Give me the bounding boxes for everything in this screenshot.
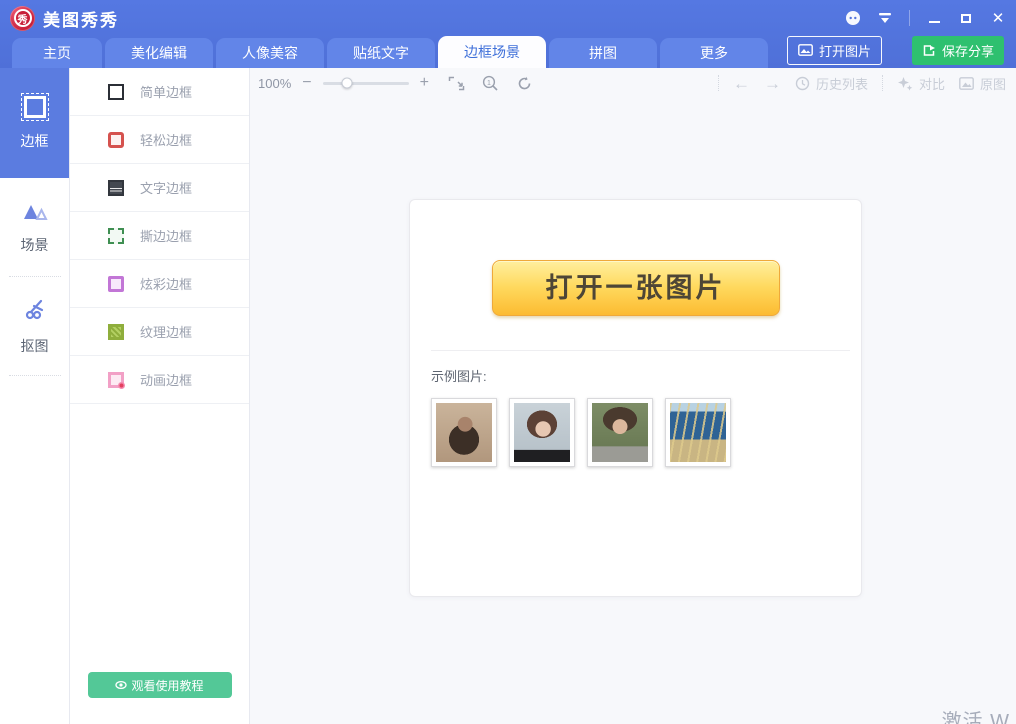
original-picture-icon: [959, 77, 974, 90]
zoom-slider-knob[interactable]: [341, 78, 352, 89]
tab-more[interactable]: 更多: [660, 38, 768, 68]
original-image-button[interactable]: 原图: [959, 74, 1006, 93]
simple-border-icon: [108, 84, 124, 100]
fit-to-screen-icon[interactable]: [448, 76, 465, 91]
redo-icon[interactable]: →: [764, 75, 781, 92]
card-divider: [431, 350, 850, 351]
save-share-label: 保存分享: [942, 41, 994, 60]
compare-label: 对比: [919, 74, 945, 93]
open-a-picture-button[interactable]: 打开一张图片: [492, 260, 780, 316]
clock-icon: [795, 76, 810, 91]
left-sidebar: 边框 场景 抠图: [0, 68, 70, 724]
sample-image-4[interactable]: [665, 398, 731, 467]
close-button[interactable]: ✕: [990, 10, 1006, 26]
undo-icon[interactable]: ←: [733, 75, 750, 92]
border-type-label: 文字边框: [140, 178, 192, 197]
border-type-colorful[interactable]: 炫彩边框: [70, 260, 249, 308]
zoom-out-button[interactable]: −: [302, 75, 311, 91]
tab-home[interactable]: 主页: [12, 38, 102, 68]
sample-image-2[interactable]: [509, 398, 575, 467]
open-image-button[interactable]: 打开图片: [787, 36, 882, 65]
canvas-toolbar: 100% − + 1 ← →: [250, 68, 1016, 98]
feedback-icon[interactable]: [845, 10, 861, 26]
tab-border-scene[interactable]: 边框场景: [438, 36, 546, 68]
share-export-icon: [922, 44, 936, 57]
landscape-photo: [670, 403, 726, 462]
toolbar-divider: [718, 75, 719, 91]
original-label: 原图: [980, 74, 1006, 93]
portrait-photo: [514, 403, 570, 462]
colorful-border-icon: [108, 276, 124, 292]
eye-icon: [115, 680, 127, 690]
tab-portrait-beauty[interactable]: 人像美容: [216, 38, 324, 68]
sidebar-item-label: 抠图: [21, 336, 49, 356]
border-type-easy[interactable]: 轻松边框: [70, 116, 249, 164]
svg-text:1: 1: [487, 79, 491, 86]
tab-collage[interactable]: 拼图: [549, 38, 657, 68]
border-type-animated[interactable]: 动画边框: [70, 356, 249, 404]
open-image-card: 打开一张图片 示例图片:: [409, 199, 862, 597]
border-type-texture[interactable]: 纹理边框: [70, 308, 249, 356]
sample-images-row: [431, 398, 861, 467]
border-type-label: 撕边边框: [140, 226, 192, 245]
watch-tutorial-button[interactable]: 观看使用教程: [88, 672, 232, 698]
app-logo-icon: 秀: [10, 6, 35, 31]
samples-label: 示例图片:: [431, 366, 861, 385]
window-controls-divider: [909, 10, 910, 26]
easy-border-icon: [108, 132, 124, 148]
sidebar-item-cutout[interactable]: 抠图: [0, 277, 69, 375]
titlebar: 秀 美图秀秀 ✕ 主页 美化编辑 人像美容 贴纸文字 边框场景 拼图 更多: [0, 0, 1016, 68]
text-border-icon: [108, 180, 124, 196]
activate-windows-watermark: 激活 W: [942, 705, 1010, 724]
sample-image-1[interactable]: [431, 398, 497, 467]
scene-mountains-icon: [20, 200, 50, 222]
sidebar-item-scene[interactable]: 场景: [0, 178, 69, 276]
torn-border-icon: [108, 228, 124, 244]
actual-size-icon[interactable]: 1: [482, 75, 499, 92]
zoom-level: 100%: [258, 76, 291, 91]
minimize-button[interactable]: [926, 10, 942, 26]
refresh-icon[interactable]: [516, 75, 533, 92]
sidebar-divider: [9, 375, 61, 376]
portrait-photo: [436, 403, 492, 462]
portrait-photo: [592, 403, 648, 462]
sidebar-item-label: 边框: [21, 131, 49, 151]
main-tab-bar: 主页 美化编辑 人像美容 贴纸文字 边框场景 拼图 更多 打开图片 保存分享: [0, 36, 1016, 68]
sample-image-3[interactable]: [587, 398, 653, 467]
zoom-slider[interactable]: [323, 82, 409, 85]
border-type-simple[interactable]: 简单边框: [70, 68, 249, 116]
logo-glyph: 秀: [14, 9, 32, 27]
zoom-in-button[interactable]: +: [420, 75, 429, 91]
border-type-label: 轻松边框: [140, 130, 192, 149]
compare-button[interactable]: 对比: [897, 74, 945, 93]
border-type-text[interactable]: 文字边框: [70, 164, 249, 212]
maximize-button[interactable]: [958, 10, 974, 26]
scissors-icon: [22, 297, 48, 323]
history-label: 历史列表: [816, 74, 868, 93]
save-share-button[interactable]: 保存分享: [912, 36, 1004, 65]
tutorial-label: 观看使用教程: [131, 677, 203, 694]
toolbar-divider: [882, 75, 883, 91]
border-type-label: 炫彩边框: [140, 274, 192, 293]
sidebar-item-border[interactable]: 边框: [0, 68, 69, 178]
border-frame-icon: [24, 96, 46, 118]
history-list-button[interactable]: 历史列表: [795, 74, 868, 93]
skin-menu-icon[interactable]: [877, 10, 893, 26]
sparkle-star-icon: [897, 76, 913, 91]
app-title: 美图秀秀: [43, 6, 119, 31]
sidebar-item-label: 场景: [21, 235, 49, 255]
texture-border-icon: [108, 324, 124, 340]
tab-beautify-edit[interactable]: 美化编辑: [105, 38, 213, 68]
border-type-torn[interactable]: 撕边边框: [70, 212, 249, 260]
border-type-label: 纹理边框: [140, 322, 192, 341]
border-types-panel: 简单边框 轻松边框 文字边框 撕边边框 炫彩边框 纹理边框 动画边框: [70, 68, 250, 724]
open-image-label: 打开图片: [819, 41, 871, 60]
border-type-label: 动画边框: [140, 370, 192, 389]
border-type-label: 简单边框: [140, 82, 192, 101]
picture-icon: [798, 44, 813, 56]
animated-border-icon: [108, 372, 124, 388]
tab-sticker-text[interactable]: 贴纸文字: [327, 38, 435, 68]
canvas-area: 100% − + 1 ← →: [250, 68, 1016, 724]
